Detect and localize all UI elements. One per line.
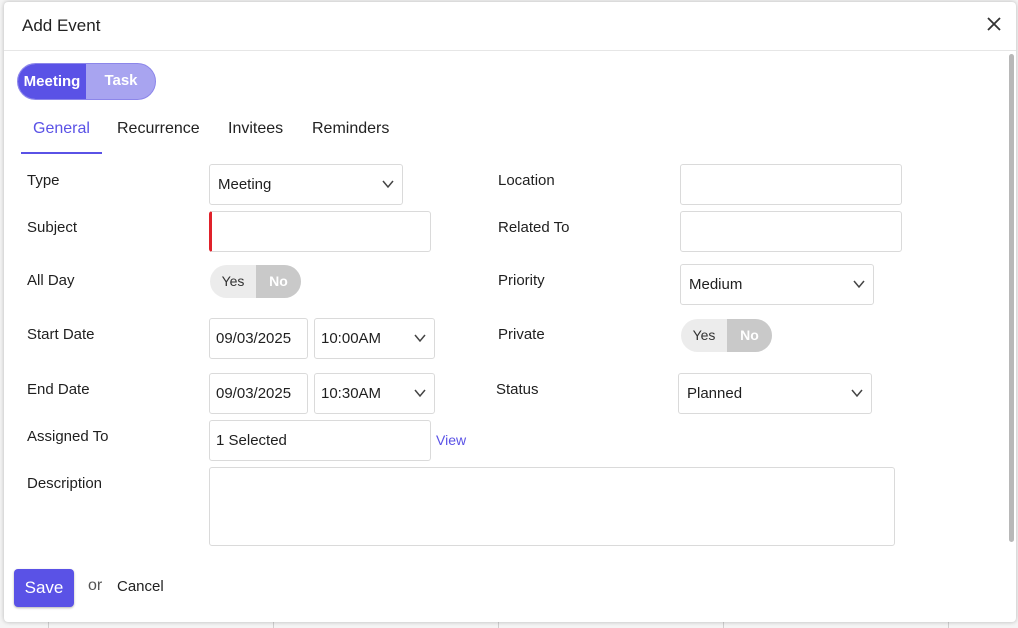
all-day-label: All Day bbox=[27, 272, 75, 289]
private-label: Private bbox=[498, 326, 545, 343]
related-to-input[interactable] bbox=[680, 211, 902, 252]
assigned-to-view-link[interactable]: View bbox=[436, 432, 466, 448]
close-button[interactable] bbox=[982, 12, 1006, 36]
active-tab-indicator bbox=[21, 152, 102, 154]
end-date-label: End Date bbox=[27, 381, 90, 398]
start-time-value: 10:00AM bbox=[321, 330, 382, 347]
chevron-down-icon bbox=[414, 334, 426, 343]
priority-value: Medium bbox=[689, 276, 743, 293]
private-yes[interactable]: Yes bbox=[681, 319, 727, 352]
or-separator: or bbox=[88, 577, 103, 594]
type-label: Type bbox=[27, 172, 60, 189]
all-day-no[interactable]: No bbox=[256, 265, 301, 298]
all-day-toggle[interactable]: Yes No bbox=[210, 265, 301, 298]
start-date-label: Start Date bbox=[27, 326, 95, 343]
priority-label: Priority bbox=[498, 272, 545, 289]
private-no[interactable]: No bbox=[727, 319, 772, 352]
chevron-down-icon bbox=[853, 280, 865, 289]
dialog-header: Add Event bbox=[4, 2, 1016, 51]
description-label: Description bbox=[27, 475, 103, 492]
tab-invitees[interactable]: Invitees bbox=[228, 120, 283, 138]
tab-general[interactable]: General bbox=[33, 120, 90, 138]
scrollbar[interactable] bbox=[1006, 50, 1016, 622]
subject-label: Subject bbox=[27, 219, 78, 236]
status-value: Planned bbox=[687, 385, 743, 402]
location-label: Location bbox=[498, 172, 555, 189]
related-to-label: Related To bbox=[498, 219, 570, 236]
type-select[interactable]: Meeting bbox=[209, 164, 403, 205]
event-type-switch[interactable]: Meeting Task bbox=[17, 63, 156, 100]
type-option-meeting[interactable]: Meeting bbox=[18, 64, 86, 99]
end-time-value: 10:30AM bbox=[321, 385, 382, 402]
description-textarea[interactable] bbox=[209, 467, 895, 546]
close-icon bbox=[987, 17, 1001, 31]
end-date-input[interactable]: 09/03/2025 bbox=[209, 373, 308, 414]
chevron-down-icon bbox=[414, 389, 426, 398]
start-date-input[interactable]: 09/03/2025 bbox=[209, 318, 308, 359]
location-input[interactable] bbox=[680, 164, 902, 205]
chevron-down-icon bbox=[382, 180, 394, 189]
tab-reminders[interactable]: Reminders bbox=[312, 120, 389, 138]
private-toggle[interactable]: Yes No bbox=[681, 319, 772, 352]
scrollbar-thumb[interactable] bbox=[1009, 54, 1014, 542]
chevron-down-icon bbox=[851, 389, 863, 398]
status-select[interactable]: Planned bbox=[678, 373, 872, 414]
cancel-link[interactable]: Cancel bbox=[117, 578, 164, 595]
save-button[interactable]: Save bbox=[14, 569, 74, 607]
priority-select[interactable]: Medium bbox=[680, 264, 874, 305]
tab-recurrence[interactable]: Recurrence bbox=[117, 120, 200, 138]
assigned-to-input[interactable]: 1 Selected bbox=[209, 420, 431, 461]
all-day-yes[interactable]: Yes bbox=[210, 265, 256, 298]
subject-input[interactable] bbox=[209, 211, 431, 252]
status-label: Status bbox=[496, 381, 539, 398]
end-time-select[interactable]: 10:30AM bbox=[314, 373, 435, 414]
dialog-title: Add Event bbox=[22, 16, 101, 35]
add-event-dialog: Add Event Meeting Task General Recurrenc… bbox=[4, 2, 1016, 622]
start-time-select[interactable]: 10:00AM bbox=[314, 318, 435, 359]
assigned-to-label: Assigned To bbox=[27, 428, 109, 445]
type-value: Meeting bbox=[218, 176, 272, 193]
type-option-task[interactable]: Task bbox=[87, 64, 155, 99]
